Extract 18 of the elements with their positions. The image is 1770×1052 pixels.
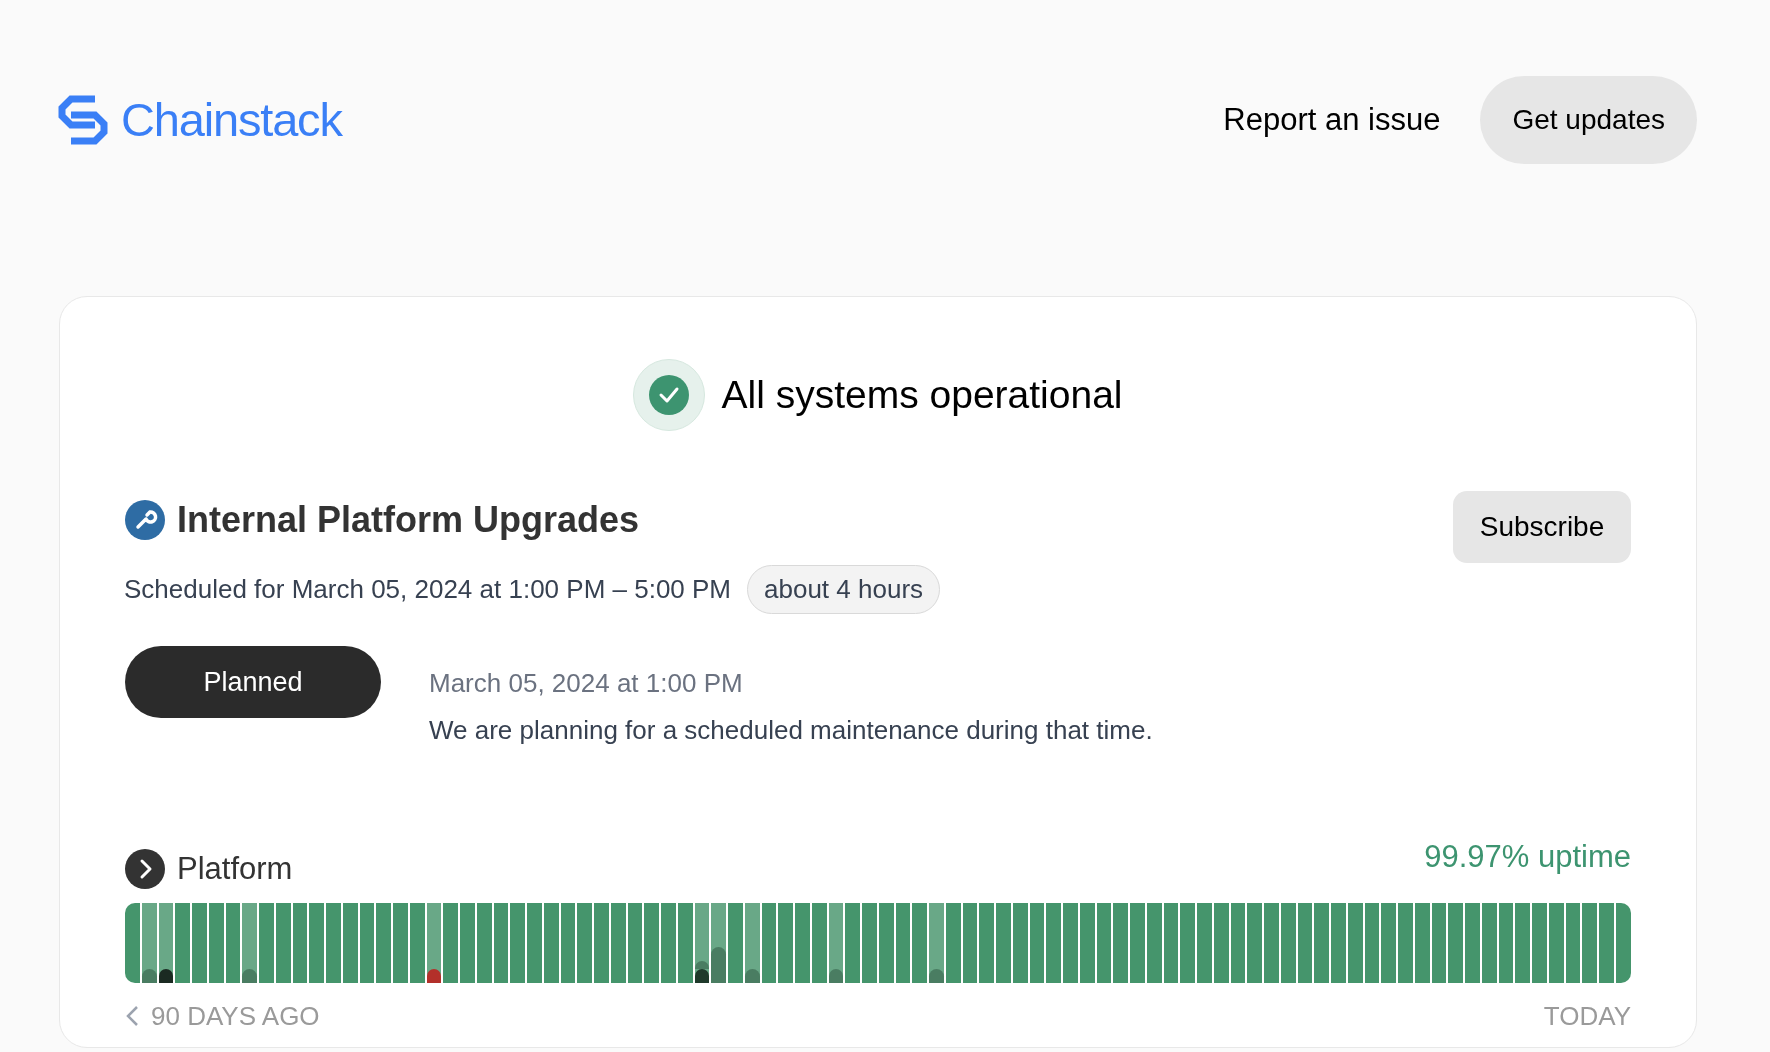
logo-icon [57,94,109,146]
range-start-label: 90 DAYS AGO [151,999,320,1033]
maintenance-title: Internal Platform Upgrades [177,498,640,542]
wrench-icon [125,500,165,540]
brand-name: Chainstack [121,91,342,148]
range-end-label: TODAY [1543,999,1631,1033]
component-name: Platform [177,850,293,888]
nav-link[interactable]: Report an issue [1223,96,1441,144]
status-title: All systems operational [721,371,1123,418]
update-time: March 05, 2024 at 1:00 PM [429,667,744,700]
schedule-text: Scheduled for March 05, 2024 at 1:00 PM – 5:00 PM [124,573,732,606]
get-updates-button[interactable]: Get updates [1480,76,1697,164]
subscribe-button[interactable]: Subscribe [1453,491,1631,563]
duration-badge: about 4 hours [747,565,941,614]
update-message: We are planning for a scheduled maintenance during that time. [429,714,1153,747]
status-label: Planned [125,646,381,718]
uptime-text: 99.97% uptime [1424,838,1631,876]
chevron-icon[interactable] [125,849,165,890]
